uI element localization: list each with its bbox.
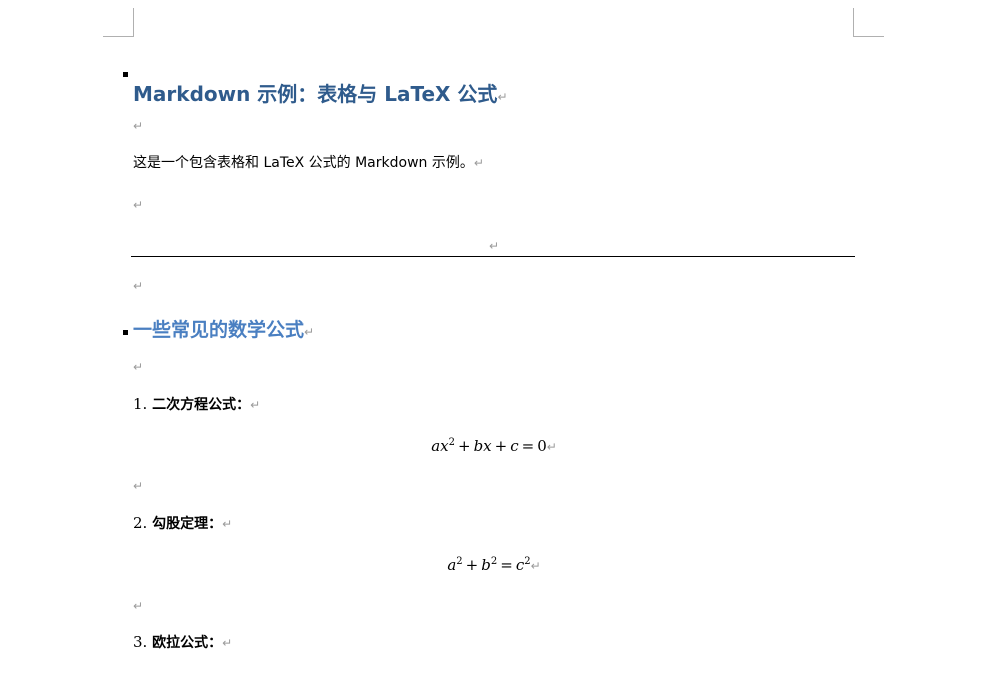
eq-equals: = [500, 556, 513, 574]
eq-zero: 0 [537, 437, 547, 455]
paragraph-mark-icon: ↵ [304, 325, 315, 339]
paragraph-mark-icon: ↵ [530, 559, 541, 573]
list-item-number: 1. [133, 395, 148, 413]
eq-plus: + [465, 556, 479, 574]
intro-paragraph[interactable]: 这是一个包含表格和 LaTeX 公式的 Markdown 示例。↵ [133, 155, 484, 170]
paragraph-mark-icon: ↵ [133, 599, 144, 613]
paragraph-mark-icon: ↵ [473, 156, 484, 170]
equation-quadratic[interactable]: ax2 + bx + c = 0↵ [133, 438, 855, 454]
paragraph-mark-icon: ↵ [488, 239, 500, 253]
heading-2-text: 一些常见的数学公式 [133, 319, 305, 341]
eq-var-b: b [473, 437, 484, 455]
intro-text: 这是一个包含表格和 LaTeX 公式的 Markdown 示例。 [133, 155, 474, 171]
empty-paragraph[interactable]: ↵ [133, 117, 143, 133]
paragraph-mark-icon: ↵ [133, 119, 144, 133]
eq-equals: = [521, 437, 535, 455]
list-item[interactable]: 1. 二次方程公式：↵ [133, 395, 261, 413]
equation-pythagorean[interactable]: a2 + b2 = c2↵ [133, 557, 855, 573]
eq-var-b: b [481, 556, 491, 574]
heading-bullet-marker [123, 72, 128, 77]
paragraph-mark-icon: ↵ [546, 440, 557, 454]
paragraph-mark-icon: ↵ [222, 517, 233, 531]
empty-paragraph[interactable]: ↵ [133, 277, 143, 293]
heading-2[interactable]: 一些常见的数学公式↵ [133, 321, 314, 340]
list-item-label: 欧拉公式： [152, 635, 223, 651]
list-item[interactable]: 2. 勾股定理：↵ [133, 514, 233, 532]
heading-1-text: Markdown 示例：表格与 LaTeX 公式 [133, 82, 498, 106]
eq-exponent: 2 [448, 437, 455, 448]
empty-paragraph[interactable]: ↵ [133, 358, 143, 374]
paragraph-mark-icon: ↵ [497, 90, 508, 104]
list-item-number: 3. [133, 633, 148, 651]
eq-var-c: c [510, 437, 519, 455]
list-item-label: 勾股定理： [152, 516, 223, 532]
list-item[interactable]: 3. 欧拉公式：↵ [133, 633, 233, 651]
eq-var-x: x [440, 437, 449, 455]
eq-var-a: a [431, 437, 441, 455]
paragraph-mark-icon: ↵ [250, 398, 261, 412]
paragraph-mark-icon: ↵ [133, 279, 144, 293]
paragraph-mark-icon: ↵ [133, 360, 144, 374]
eq-var-x: x [483, 437, 492, 455]
eq-var-c: c [515, 556, 525, 574]
eq-plus: + [457, 437, 471, 455]
list-item-number: 2. [133, 514, 148, 532]
empty-paragraph[interactable]: ↵ [133, 477, 143, 493]
heading-bullet-marker [123, 330, 128, 335]
horizontal-rule [131, 256, 855, 257]
empty-paragraph[interactable]: ↵ [133, 597, 143, 613]
eq-exponent: 2 [456, 556, 463, 567]
paragraph-mark-icon: ↵ [133, 198, 144, 212]
eq-exponent: 2 [490, 556, 498, 567]
horizontal-rule-paragraph[interactable]: ↵ [133, 235, 855, 254]
heading-1[interactable]: Markdown 示例：表格与 LaTeX 公式↵ [133, 84, 508, 104]
list-item-label: 二次方程公式： [152, 397, 251, 413]
eq-plus: + [494, 437, 508, 455]
eq-var-a: a [447, 556, 457, 574]
paragraph-mark-icon: ↵ [133, 479, 144, 493]
page-corner-mark-top-right [853, 8, 884, 37]
paragraph-mark-icon: ↵ [222, 636, 233, 650]
page-corner-mark-top-left [103, 8, 134, 37]
empty-paragraph[interactable]: ↵ [133, 196, 143, 212]
